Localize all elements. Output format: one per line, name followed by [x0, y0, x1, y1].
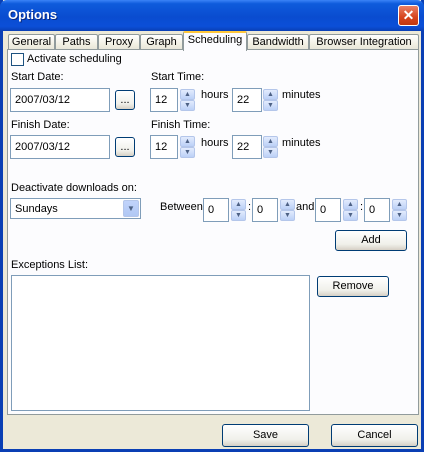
- finish-minutes-field[interactable]: 22: [232, 135, 262, 159]
- and-label: and: [296, 201, 315, 213]
- spin-up-icon[interactable]: ▲: [280, 199, 295, 210]
- chevron-down-icon[interactable]: ▼: [123, 200, 139, 217]
- finish-date-browse-button[interactable]: ...: [115, 137, 135, 157]
- start-minutes-spinner[interactable]: ▲ ▼: [263, 89, 278, 111]
- options-window: Options ✕ General Paths Proxy Graph Sche…: [0, 0, 424, 452]
- window-title: Options: [8, 7, 58, 22]
- finish-hours-unit: hours: [201, 137, 229, 149]
- start-date-browse-button[interactable]: ...: [115, 90, 135, 110]
- spin-up-icon[interactable]: ▲: [231, 199, 246, 210]
- finish-time-label: Finish Time:: [151, 119, 211, 131]
- start-hours-field[interactable]: 12: [150, 88, 178, 112]
- start-date-field[interactable]: 2007/03/12: [10, 88, 110, 112]
- exceptions-label: Exceptions List:: [11, 259, 89, 271]
- between-from-minutes-field[interactable]: 0: [252, 198, 278, 222]
- deactivate-day-value: Sundays: [15, 203, 58, 215]
- finish-date-field[interactable]: 2007/03/12: [10, 135, 110, 159]
- spin-up-icon[interactable]: ▲: [343, 199, 358, 210]
- start-hours-spinner[interactable]: ▲ ▼: [180, 89, 195, 111]
- finish-hours-spinner[interactable]: ▲ ▼: [180, 136, 195, 158]
- finish-date-label: Finish Date:: [11, 119, 70, 131]
- between-to-hours-field[interactable]: 0: [315, 198, 341, 222]
- deactivate-label: Deactivate downloads on:: [11, 182, 137, 194]
- spin-down-icon[interactable]: ▼: [180, 147, 195, 158]
- start-minutes-unit: minutes: [282, 89, 321, 101]
- start-time-label: Start Time:: [151, 71, 205, 83]
- between-from-minutes-spinner[interactable]: ▲ ▼: [280, 199, 295, 221]
- between-to-minutes-spinner[interactable]: ▲ ▼: [392, 199, 407, 221]
- between-from-hours-spinner[interactable]: ▲ ▼: [231, 199, 246, 221]
- between-to-minutes-field[interactable]: 0: [364, 198, 390, 222]
- remove-button[interactable]: Remove: [317, 276, 389, 297]
- save-button[interactable]: Save: [222, 424, 309, 447]
- between-from-hours-field[interactable]: 0: [203, 198, 229, 222]
- finish-minutes-unit: minutes: [282, 137, 321, 149]
- spin-up-icon[interactable]: ▲: [263, 89, 278, 100]
- between-to-colon: :: [360, 201, 364, 213]
- spin-up-icon[interactable]: ▲: [180, 136, 195, 147]
- finish-minutes-spinner[interactable]: ▲ ▼: [263, 136, 278, 158]
- between-to-hours-spinner[interactable]: ▲ ▼: [343, 199, 358, 221]
- scheduling-panel: Activate scheduling Start Date: 2007/03/…: [7, 49, 419, 415]
- spin-down-icon[interactable]: ▼: [392, 210, 407, 221]
- spin-down-icon[interactable]: ▼: [180, 100, 195, 111]
- spin-up-icon[interactable]: ▲: [392, 199, 407, 210]
- start-date-label: Start Date:: [11, 71, 64, 83]
- cancel-button[interactable]: Cancel: [331, 424, 418, 447]
- activate-scheduling-label: Activate scheduling: [27, 53, 122, 65]
- add-button[interactable]: Add: [335, 230, 407, 251]
- spin-up-icon[interactable]: ▲: [263, 136, 278, 147]
- start-minutes-field[interactable]: 22: [232, 88, 262, 112]
- finish-hours-field[interactable]: 12: [150, 135, 178, 159]
- spin-down-icon[interactable]: ▼: [280, 210, 295, 221]
- between-from-colon: :: [248, 201, 252, 213]
- spin-down-icon[interactable]: ▼: [263, 147, 278, 158]
- spin-up-icon[interactable]: ▲: [180, 89, 195, 100]
- title-bar[interactable]: Options ✕: [0, 0, 424, 31]
- spin-down-icon[interactable]: ▼: [263, 100, 278, 111]
- activate-scheduling-checkbox[interactable]: [11, 53, 24, 66]
- tab-scheduling[interactable]: Scheduling: [183, 31, 247, 51]
- tab-strip: General Paths Proxy Graph Scheduling Ban…: [8, 31, 420, 51]
- spin-down-icon[interactable]: ▼: [231, 210, 246, 221]
- dialog-footer: Save Cancel: [3, 418, 421, 449]
- close-button[interactable]: ✕: [398, 5, 419, 26]
- deactivate-day-select[interactable]: Sundays ▼: [10, 198, 141, 219]
- close-icon: ✕: [402, 7, 415, 23]
- start-hours-unit: hours: [201, 89, 229, 101]
- between-label: Between: [160, 201, 203, 213]
- spin-down-icon[interactable]: ▼: [343, 210, 358, 221]
- exceptions-list[interactable]: [11, 275, 310, 411]
